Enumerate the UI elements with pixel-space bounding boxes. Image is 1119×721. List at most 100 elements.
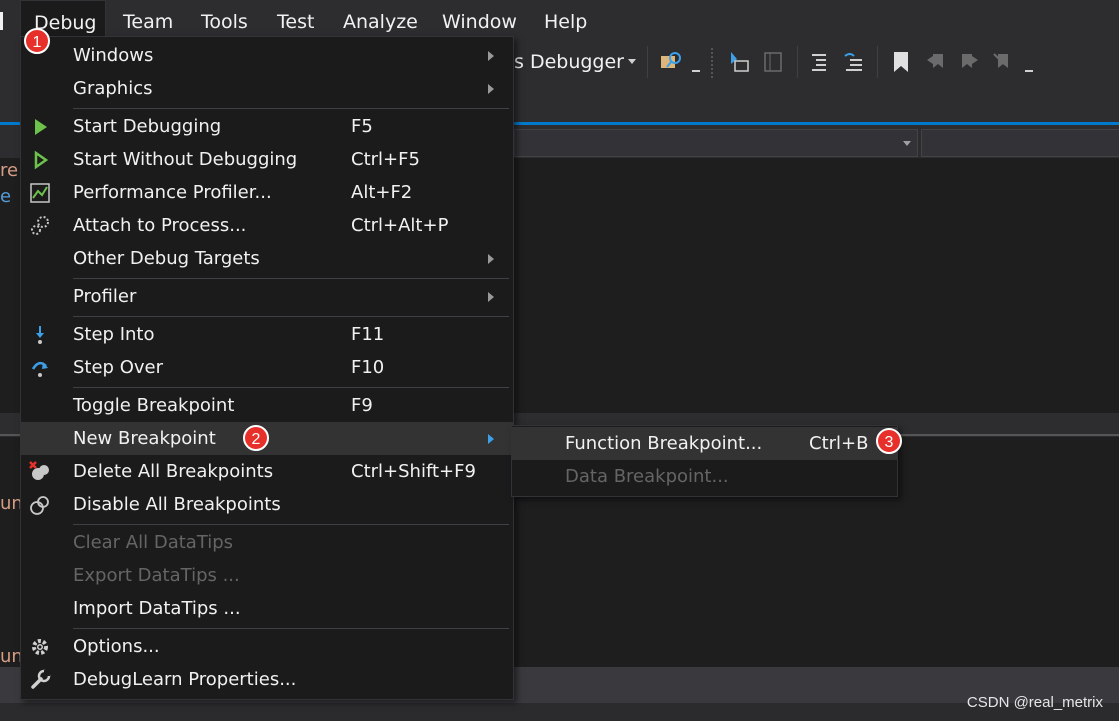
menu-item-label: Other Debug Targets xyxy=(73,248,260,269)
step-badge: 1 xyxy=(24,28,50,54)
menu-item-label: Step Into xyxy=(73,324,155,345)
overflow-icon[interactable] xyxy=(1025,70,1033,72)
watermark: CSDN @real_metrix xyxy=(966,694,1103,711)
new-breakpoint-submenu: Function Breakpoint... Ctrl+B Data Break… xyxy=(511,425,898,497)
step-into-icon xyxy=(36,326,44,344)
menu-separator xyxy=(73,524,509,525)
menu-separator xyxy=(73,278,509,279)
debugger-selector[interactable]: s Debugger xyxy=(514,48,624,76)
toolbar-grip xyxy=(711,48,719,78)
clipped-menu-edge xyxy=(0,12,3,30)
step-badge: 2 xyxy=(243,425,269,451)
menu-item-shortcut: Ctrl+Shift+F9 xyxy=(351,461,476,482)
member-dropdown[interactable] xyxy=(514,129,918,157)
next-bookmark-icon xyxy=(962,54,978,68)
submenu-arrow-icon xyxy=(488,254,494,264)
debug-menu: Windows Graphics Start Debugging F5 Star… xyxy=(20,36,514,700)
menu-item-step-over[interactable]: Step Over F10 xyxy=(21,351,513,384)
menu-item-toggle-breakpoint[interactable]: Toggle Breakpoint F9 xyxy=(21,389,513,422)
menu-item-properties[interactable]: DebugLearn Properties... xyxy=(21,663,513,696)
menu-item-label: DebugLearn Properties... xyxy=(73,669,297,690)
step-badge: 3 xyxy=(876,428,902,454)
wrench-icon xyxy=(31,669,51,689)
menu-separator xyxy=(73,108,509,109)
find-in-files-icon[interactable] xyxy=(660,50,682,74)
menu-item-label: Graphics xyxy=(73,78,153,99)
menu-item-label: Clear All DataTips xyxy=(73,532,234,553)
toolbar-separator xyxy=(647,46,648,78)
menu-item-function-breakpoint[interactable]: Function Breakpoint... Ctrl+B xyxy=(512,427,897,460)
menu-item-shortcut: F9 xyxy=(351,395,373,416)
menu-item-step-into[interactable]: Step Into F11 xyxy=(21,318,513,351)
menu-item-label: Import DataTips ... xyxy=(73,598,241,619)
toolbar-separator xyxy=(797,46,798,78)
menu-item-label: Windows xyxy=(73,45,154,66)
menu-item-export-datatips: Export DataTips ... xyxy=(21,559,513,592)
menu-item-attach-to-process[interactable]: Attach to Process... Ctrl+Alt+P xyxy=(21,209,513,242)
menu-item-delete-all-breakpoints[interactable]: Delete All Breakpoints Ctrl+Shift+F9 xyxy=(21,455,513,488)
menu-item-label: Function Breakpoint... xyxy=(565,433,763,454)
menu-item-shortcut: Ctrl+Alt+P xyxy=(351,215,449,236)
menu-item-performance-profiler[interactable]: Performance Profiler... Alt+F2 xyxy=(21,176,513,209)
gears-icon xyxy=(31,216,49,235)
disable-breakpoints-icon xyxy=(30,496,49,515)
menu-item-label: Performance Profiler... xyxy=(73,182,272,203)
submenu-arrow-icon xyxy=(488,84,494,94)
menu-item-start-debugging[interactable]: Start Debugging F5 xyxy=(21,110,513,143)
dropdown-icon[interactable] xyxy=(692,70,700,72)
menu-item-label: Options... xyxy=(73,636,160,657)
menu-item-label: Toggle Breakpoint xyxy=(73,395,235,416)
previous-bookmark-icon xyxy=(927,54,943,68)
indent-icon[interactable] xyxy=(808,50,830,74)
menu-item-label: Attach to Process... xyxy=(73,215,247,236)
menu-item-options[interactable]: Options... xyxy=(21,630,513,663)
submenu-arrow-icon xyxy=(488,434,494,444)
menu-item-shortcut: Ctrl+B xyxy=(809,433,869,454)
menu-separator xyxy=(73,316,509,317)
play-outline-icon xyxy=(34,150,49,170)
menu-item-import-datatips[interactable]: Import DataTips ... xyxy=(21,592,513,625)
menu-item-shortcut: F5 xyxy=(351,116,373,137)
menu-item-label: Profiler xyxy=(73,286,137,307)
menu-item-graphics[interactable]: Graphics xyxy=(21,72,513,105)
menu-item-label: Start Without Debugging xyxy=(73,149,298,170)
menu-item-label: Disable All Breakpoints xyxy=(73,494,281,515)
menu-item-label: New Breakpoint xyxy=(73,428,216,449)
menu-item-label: Export DataTips ... xyxy=(73,565,240,586)
menu-item-label: Start Debugging xyxy=(73,116,222,137)
menu-item-shortcut: F11 xyxy=(351,324,385,345)
code-fragment: e xyxy=(0,186,12,207)
menu-item-profiler[interactable]: Profiler xyxy=(21,280,513,313)
menu-item-clear-all-datatips: Clear All DataTips xyxy=(21,526,513,559)
menu-item-start-without-debugging[interactable]: Start Without Debugging Ctrl+F5 xyxy=(21,143,513,176)
menu-item-shortcut: Alt+F2 xyxy=(351,182,413,203)
status-strip xyxy=(0,703,1119,721)
profiler-icon xyxy=(30,183,50,203)
chevron-down-icon[interactable] xyxy=(628,59,636,64)
menu-separator xyxy=(73,628,509,629)
menu-item-other-debug-targets[interactable]: Other Debug Targets xyxy=(21,242,513,275)
menu-separator xyxy=(73,387,509,388)
toolbar-separator xyxy=(877,46,878,78)
chevron-down-icon[interactable] xyxy=(903,141,911,146)
submenu-arrow-icon xyxy=(488,292,494,302)
play-icon xyxy=(35,119,47,135)
menu-item-shortcut: F10 xyxy=(351,357,385,378)
menu-item-data-breakpoint: Data Breakpoint... xyxy=(512,460,897,493)
menu-help[interactable]: Help xyxy=(544,0,587,42)
code-fragment: re xyxy=(0,160,19,181)
menu-item-windows[interactable]: Windows xyxy=(21,39,513,72)
gear-icon xyxy=(32,639,48,655)
menu-item-shortcut: Ctrl+F5 xyxy=(351,149,420,170)
menu-item-label: Data Breakpoint... xyxy=(565,466,729,487)
step-icon[interactable] xyxy=(728,50,750,74)
bookmark-icon[interactable] xyxy=(890,50,912,74)
delete-breakpoints-icon xyxy=(29,461,49,480)
menu-item-disable-all-breakpoints[interactable]: Disable All Breakpoints xyxy=(21,488,513,521)
secondary-dropdown[interactable] xyxy=(921,129,1119,157)
step-over-icon xyxy=(31,361,48,377)
clear-bookmarks-icon xyxy=(993,53,1008,68)
menu-item-label: Step Over xyxy=(73,357,163,378)
comment-icon[interactable] xyxy=(842,50,864,74)
submenu-arrow-icon xyxy=(488,51,494,61)
